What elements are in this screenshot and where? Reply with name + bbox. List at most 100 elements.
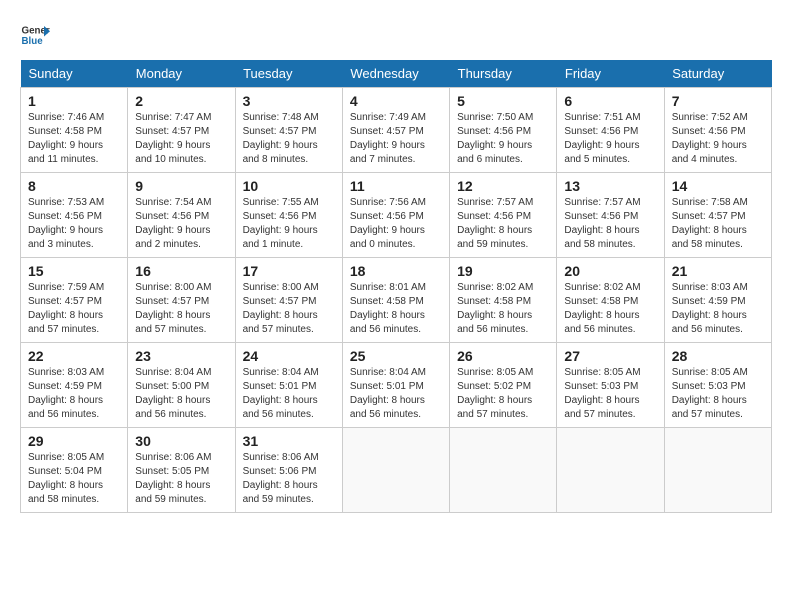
day-number: 4 [350,93,442,109]
day-info: Sunrise: 7:52 AMSunset: 4:56 PMDaylight:… [672,111,764,167]
day-number: 31 [243,433,335,449]
day-info: Sunrise: 7:57 AMSunset: 4:56 PMDaylight:… [564,196,656,252]
col-header-thursday: Thursday [450,60,557,88]
day-cell: 21 Sunrise: 8:03 AMSunset: 4:59 PMDayligh… [664,258,771,343]
day-info: Sunrise: 7:49 AMSunset: 4:57 PMDaylight:… [350,111,442,167]
calendar-table: SundayMondayTuesdayWednesdayThursdayFrid… [20,60,772,513]
logo: General Blue [20,20,50,50]
day-info: Sunrise: 7:54 AMSunset: 4:56 PMDaylight:… [135,196,227,252]
day-cell: 7Sunrise: 7:52 AMSunset: 4:56 PMDaylight… [664,88,771,173]
day-number: 16 [135,263,227,279]
day-info: Sunrise: 7:55 AMSunset: 4:56 PMDaylight:… [243,196,335,252]
day-number: 14 [672,178,764,194]
day-cell: 30 Sunrise: 8:06 AMSunset: 5:05 PMDayligh… [128,428,235,513]
day-info: Sunrise: 7:57 AMSunset: 4:56 PMDaylight:… [457,196,549,252]
day-info: Sunrise: 8:05 AMSunset: 5:02 PMDaylight:… [457,366,549,422]
page-header: General Blue [20,20,772,50]
day-info: Sunrise: 8:05 AMSunset: 5:04 PMDaylight:… [28,451,120,507]
day-info: Sunrise: 7:48 AMSunset: 4:57 PMDaylight:… [243,111,335,167]
day-cell: 25 Sunrise: 8:04 AMSunset: 5:01 PMDayligh… [342,343,449,428]
day-info: Sunrise: 7:51 AMSunset: 4:56 PMDaylight:… [564,111,656,167]
day-info: Sunrise: 8:03 AMSunset: 4:59 PMDaylight:… [672,281,764,337]
day-cell: 20 Sunrise: 8:02 AMSunset: 4:58 PMDayligh… [557,258,664,343]
day-number: 8 [28,178,120,194]
day-number: 22 [28,348,120,364]
day-number: 26 [457,348,549,364]
day-info: Sunrise: 7:47 AMSunset: 4:57 PMDaylight:… [135,111,227,167]
day-number: 11 [350,178,442,194]
day-cell: 6Sunrise: 7:51 AMSunset: 4:56 PMDaylight… [557,88,664,173]
col-header-tuesday: Tuesday [235,60,342,88]
day-cell: 12 Sunrise: 7:57 AMSunset: 4:56 PMDayligh… [450,173,557,258]
day-number: 20 [564,263,656,279]
day-cell: 23Sunrise: 8:04 AMSunset: 5:00 PMDayligh… [128,343,235,428]
day-cell [664,428,771,513]
day-cell: 22Sunrise: 8:03 AMSunset: 4:59 PMDayligh… [21,343,128,428]
day-info: Sunrise: 7:59 AMSunset: 4:57 PMDaylight:… [28,281,120,337]
col-header-monday: Monday [128,60,235,88]
col-header-sunday: Sunday [21,60,128,88]
day-info: Sunrise: 8:06 AMSunset: 5:05 PMDaylight:… [135,451,227,507]
day-info: Sunrise: 8:04 AMSunset: 5:01 PMDaylight:… [350,366,442,422]
week-row-4: 22Sunrise: 8:03 AMSunset: 4:59 PMDayligh… [21,343,772,428]
day-info: Sunrise: 8:04 AMSunset: 5:01 PMDaylight:… [243,366,335,422]
day-info: Sunrise: 8:05 AMSunset: 5:03 PMDaylight:… [672,366,764,422]
day-info: Sunrise: 8:04 AMSunset: 5:00 PMDaylight:… [135,366,227,422]
day-number: 27 [564,348,656,364]
day-number: 24 [243,348,335,364]
day-info: Sunrise: 8:01 AMSunset: 4:58 PMDaylight:… [350,281,442,337]
day-cell: 13 Sunrise: 7:57 AMSunset: 4:56 PMDayligh… [557,173,664,258]
day-cell: 9 Sunrise: 7:54 AMSunset: 4:56 PMDaylight… [128,173,235,258]
day-number: 9 [135,178,227,194]
day-cell: 19 Sunrise: 8:02 AMSunset: 4:58 PMDayligh… [450,258,557,343]
day-cell: 2 Sunrise: 7:47 AMSunset: 4:57 PMDaylight… [128,88,235,173]
day-cell [557,428,664,513]
day-cell: 15Sunrise: 7:59 AMSunset: 4:57 PMDayligh… [21,258,128,343]
col-header-saturday: Saturday [664,60,771,88]
day-number: 30 [135,433,227,449]
day-cell: 28 Sunrise: 8:05 AMSunset: 5:03 PMDayligh… [664,343,771,428]
day-cell: 24 Sunrise: 8:04 AMSunset: 5:01 PMDayligh… [235,343,342,428]
day-number: 28 [672,348,764,364]
day-number: 1 [28,93,120,109]
week-row-3: 15Sunrise: 7:59 AMSunset: 4:57 PMDayligh… [21,258,772,343]
col-header-wednesday: Wednesday [342,60,449,88]
day-info: Sunrise: 7:53 AMSunset: 4:56 PMDaylight:… [28,196,120,252]
day-info: Sunrise: 8:05 AMSunset: 5:03 PMDaylight:… [564,366,656,422]
day-number: 19 [457,263,549,279]
week-row-5: 29 Sunrise: 8:05 AMSunset: 5:04 PMDayligh… [21,428,772,513]
day-cell: 16 Sunrise: 8:00 AMSunset: 4:57 PMDayligh… [128,258,235,343]
day-info: Sunrise: 8:06 AMSunset: 5:06 PMDaylight:… [243,451,335,507]
day-info: Sunrise: 8:00 AMSunset: 4:57 PMDaylight:… [243,281,335,337]
col-header-friday: Friday [557,60,664,88]
day-number: 17 [243,263,335,279]
day-info: Sunrise: 7:58 AMSunset: 4:57 PMDaylight:… [672,196,764,252]
day-number: 2 [135,93,227,109]
day-cell: 14 Sunrise: 7:58 AMSunset: 4:57 PMDayligh… [664,173,771,258]
day-cell: 17 Sunrise: 8:00 AMSunset: 4:57 PMDayligh… [235,258,342,343]
day-cell: 11Sunrise: 7:56 AMSunset: 4:56 PMDayligh… [342,173,449,258]
day-number: 18 [350,263,442,279]
day-cell: 31 Sunrise: 8:06 AMSunset: 5:06 PMDayligh… [235,428,342,513]
day-cell: 29 Sunrise: 8:05 AMSunset: 5:04 PMDayligh… [21,428,128,513]
header-row: SundayMondayTuesdayWednesdayThursdayFrid… [21,60,772,88]
day-cell: 5 Sunrise: 7:50 AMSunset: 4:56 PMDaylight… [450,88,557,173]
day-cell: 27 Sunrise: 8:05 AMSunset: 5:03 PMDayligh… [557,343,664,428]
day-cell [450,428,557,513]
day-info: Sunrise: 7:50 AMSunset: 4:56 PMDaylight:… [457,111,549,167]
day-info: Sunrise: 8:02 AMSunset: 4:58 PMDaylight:… [457,281,549,337]
day-number: 10 [243,178,335,194]
day-info: Sunrise: 7:46 AMSunset: 4:58 PMDaylight:… [28,111,120,167]
day-number: 29 [28,433,120,449]
day-cell [342,428,449,513]
day-number: 25 [350,348,442,364]
day-number: 21 [672,263,764,279]
day-info: Sunrise: 8:02 AMSunset: 4:58 PMDaylight:… [564,281,656,337]
day-cell: 10 Sunrise: 7:55 AMSunset: 4:56 PMDayligh… [235,173,342,258]
day-number: 12 [457,178,549,194]
week-row-1: 1 Sunrise: 7:46 AMSunset: 4:58 PMDaylight… [21,88,772,173]
day-info: Sunrise: 8:00 AMSunset: 4:57 PMDaylight:… [135,281,227,337]
day-number: 13 [564,178,656,194]
day-number: 5 [457,93,549,109]
day-number: 3 [243,93,335,109]
